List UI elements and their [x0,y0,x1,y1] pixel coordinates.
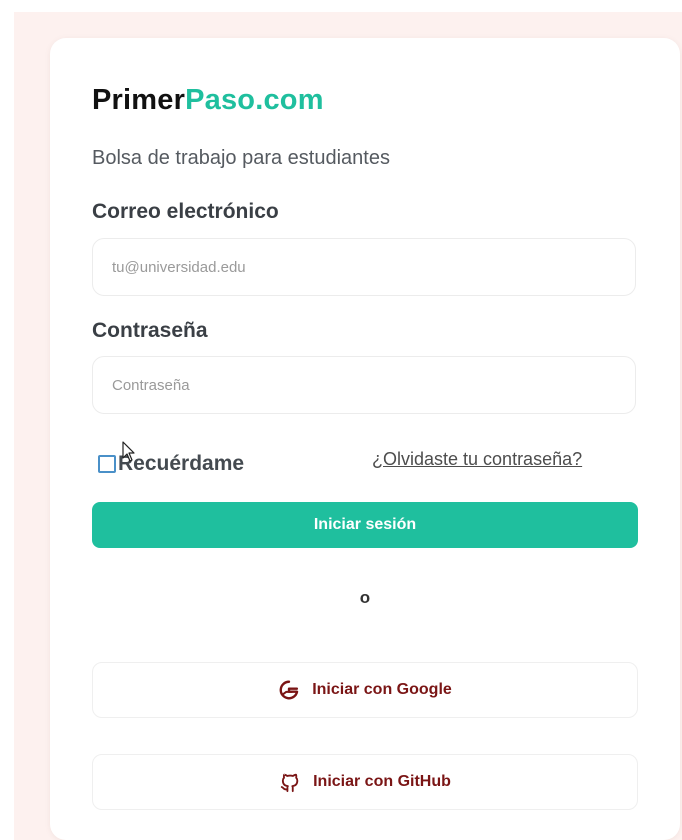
email-field[interactable] [92,238,636,296]
password-label: Contraseña [92,319,208,342]
mouse-cursor-icon [122,441,135,462]
brand-logo: PrimerPaso.com [92,84,324,117]
remember-label: Recuérdame [118,452,245,475]
login-button[interactable]: Iniciar sesión [92,502,638,548]
github-login-label: Iniciar con GitHub [313,773,451,790]
google-icon [278,679,300,701]
github-login-button[interactable]: Iniciar con GitHub [92,754,638,810]
brand-name-primary: Primer [92,84,186,116]
login-card: PrimerPaso.com Bolsa de trabajo para est… [50,38,680,840]
page-subtitle: Bolsa de trabajo para estudiantes [92,147,390,169]
brand-name-accent: Paso.com [185,84,324,116]
github-icon [279,771,301,793]
remember-me[interactable]: Recuérdame [98,452,244,476]
forgot-password-link[interactable]: ¿Olvidaste tu contraseña? [372,449,582,470]
divider-or: o [359,588,371,607]
password-field[interactable] [92,356,636,414]
email-label: Correo electrónico [92,200,279,223]
remember-checkbox[interactable] [98,455,116,473]
google-login-label: Iniciar con Google [312,681,452,698]
google-login-button[interactable]: Iniciar con Google [92,662,638,718]
